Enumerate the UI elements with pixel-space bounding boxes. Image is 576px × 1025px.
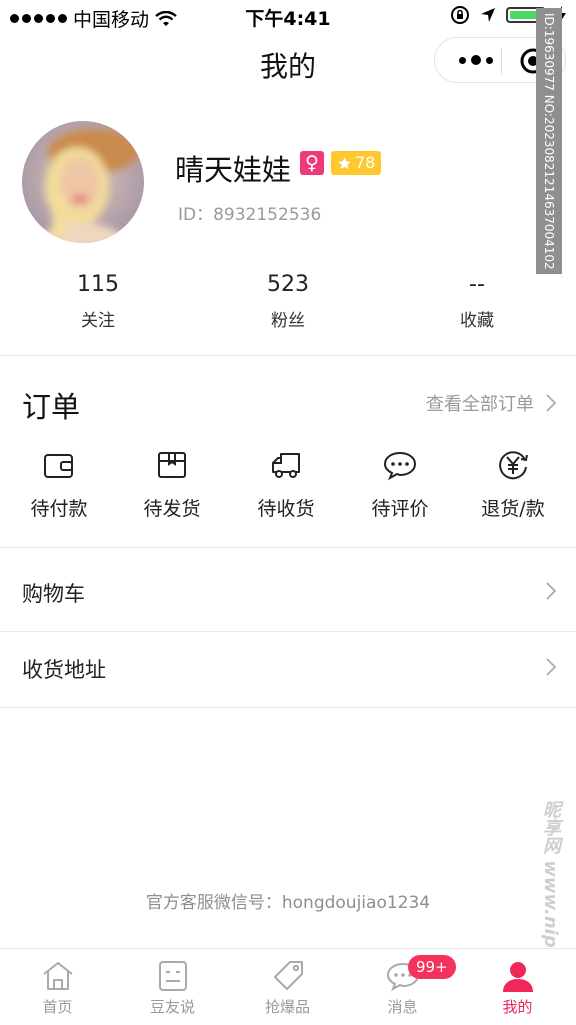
section-divider (0, 547, 576, 548)
stat-label: 关注 (81, 311, 115, 331)
row-divider (0, 707, 576, 708)
chevron-right-icon (546, 582, 556, 600)
order-item-label: 待付款 (30, 498, 88, 520)
view-all-orders-label: 查看全部订单 (426, 394, 534, 415)
tab-feed[interactable]: 豆友说 (115, 949, 230, 1025)
stat-label: 收藏 (460, 311, 494, 331)
user-name: 晴天娃娃 (175, 153, 292, 187)
level-badge: 78 (331, 151, 382, 175)
tab-label: 我的 (502, 998, 533, 1016)
order-pending-shipment[interactable]: 待发货 (115, 448, 229, 521)
orders-title: 订单 (22, 390, 81, 424)
order-item-label: 退货/款 (481, 498, 545, 520)
tab-label: 豆友说 (149, 998, 195, 1016)
profile-icon (502, 962, 533, 992)
cart-row[interactable]: 购物车 (0, 554, 576, 632)
gender-female-icon: ♀ (300, 151, 324, 175)
tab-label: 首页 (42, 998, 73, 1016)
cart-label: 购物车 (22, 582, 85, 606)
stat-following[interactable]: 115 关注 (28, 270, 168, 331)
address-row[interactable]: 收货地址 (0, 630, 576, 708)
stat-value: 115 (77, 272, 119, 297)
order-status-row: 待付款 待发货 待收货 待评价 退货/款 (0, 448, 576, 528)
order-pending-review[interactable]: 待评价 (343, 448, 457, 521)
status-bar: 中国移动 下午4:41 (0, 0, 576, 32)
tab-profile[interactable]: 我的 (460, 949, 575, 1025)
capsule-divider (501, 48, 502, 74)
tab-deals[interactable]: 抢爆品 (230, 949, 345, 1025)
stat-label: 粉丝 (271, 311, 305, 331)
refund-icon (499, 451, 528, 480)
stat-value: -- (469, 272, 485, 297)
wallet-icon (44, 454, 73, 478)
avatar[interactable] (22, 121, 144, 243)
order-item-label: 待评价 (371, 498, 429, 520)
home-icon (42, 962, 73, 990)
order-item-label: 待收货 (257, 498, 315, 520)
address-label: 收货地址 (22, 658, 106, 682)
tab-messages[interactable]: 消息 99+ (345, 949, 460, 1025)
comment-icon (383, 451, 417, 481)
more-menu-button[interactable] (453, 50, 499, 70)
stat-followers[interactable]: 523 粉丝 (218, 270, 358, 331)
customer-service-wechat: 官方客服微信号：hongdoujiao1234 (145, 893, 431, 913)
tab-label: 抢爆品 (264, 998, 310, 1016)
tab-home[interactable]: 首页 (0, 949, 115, 1025)
truck-icon (272, 453, 300, 478)
stat-value: 523 (267, 272, 309, 297)
watermark-id-strip: ID:19630977 NO:20230821214637004102 (536, 8, 562, 274)
view-all-orders-link[interactable]: 查看全部订单 (426, 390, 556, 416)
level-value: 78 (355, 153, 376, 172)
unread-badge: 99+ (408, 955, 456, 979)
order-pending-receipt[interactable]: 待收货 (229, 448, 343, 521)
tab-bar: 首页 豆友说 抢爆品 消息 99+ 我的 (0, 948, 576, 1025)
stat-favorites[interactable]: -- 收藏 (407, 270, 547, 331)
location-arrow-icon (481, 8, 495, 22)
profile-stats: 115 关注 523 粉丝 -- 收藏 (0, 270, 576, 334)
tab-label: 消息 (387, 998, 418, 1016)
section-divider (0, 355, 576, 356)
chevron-right-icon (546, 394, 556, 412)
order-refund[interactable]: 退货/款 (456, 448, 570, 521)
tag-icon (273, 961, 303, 990)
user-id: ID：8932152536 (178, 205, 322, 225)
feed-icon (158, 961, 187, 991)
order-item-label: 待发货 (143, 498, 201, 520)
avatar-photo (22, 121, 144, 243)
order-pending-payment[interactable]: 待付款 (2, 448, 116, 521)
rotation-lock-icon (451, 6, 469, 24)
star-icon (338, 156, 351, 169)
chevron-right-icon (546, 658, 556, 676)
nav-bar: 我的 (0, 32, 576, 94)
package-icon (158, 452, 186, 478)
